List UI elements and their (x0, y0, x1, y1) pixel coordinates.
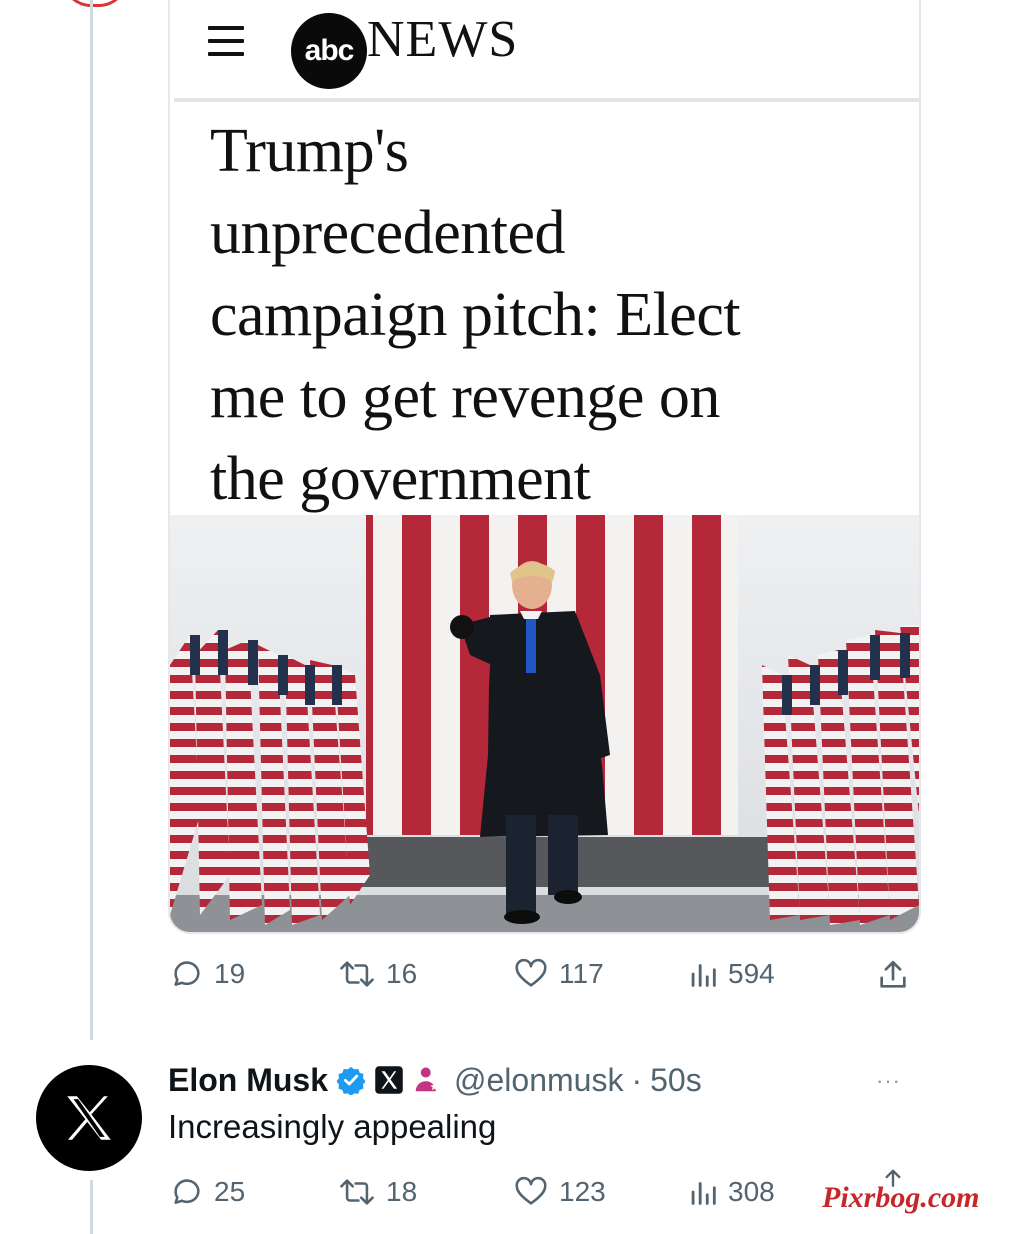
avatar[interactable] (36, 1065, 142, 1171)
handle[interactable]: @elonmusk (454, 1062, 623, 1099)
thread-line-bottom (90, 1180, 93, 1234)
post-time[interactable]: 50s (650, 1062, 702, 1099)
like-count: 117 (559, 958, 604, 989)
headline-line: unprecedented (210, 199, 565, 267)
repost-count: 18 (386, 1176, 418, 1207)
news-screenshot-card[interactable]: abc NEWS Trump's unprecedented campaign … (168, 0, 921, 934)
comment-icon (174, 1179, 200, 1204)
menu-icon (208, 26, 244, 56)
comment-icon (174, 961, 200, 986)
views-count: 594 (728, 958, 775, 989)
headline-line: the government (210, 445, 591, 513)
views-action[interactable]: 308 (688, 1175, 775, 1209)
share-icon (880, 960, 906, 988)
repost-action[interactable]: 18 (338, 1175, 417, 1209)
repost-count: 16 (386, 958, 418, 989)
share-action[interactable] (876, 957, 910, 993)
display-name[interactable]: Elon Musk (168, 1062, 328, 1099)
previous-avatar-edge (62, 0, 128, 7)
verified-icon (336, 1066, 366, 1095)
more-options-icon[interactable]: ··· (876, 1068, 901, 1094)
reply-text: Increasingly appealing (168, 1108, 497, 1145)
repost-action[interactable]: 16 (338, 957, 417, 991)
reply-actions: 25 18 123 308 (168, 1169, 917, 1215)
like-action[interactable]: 123 (513, 1175, 606, 1209)
headline-line: Trump's (210, 117, 409, 185)
headline-line: me to get revenge on (210, 363, 720, 431)
x-logo-icon (67, 1096, 111, 1140)
original-post-actions: 19 16 117 594 (168, 957, 917, 997)
meta-separator: · (631, 1061, 643, 1098)
headline-line: campaign pitch: Elect (210, 281, 741, 349)
article-headline: Trump's unprecedented campaign pitch: El… (210, 110, 900, 520)
affiliate-icon (415, 1067, 439, 1092)
repost-icon (340, 1179, 374, 1205)
like-action[interactable]: 117 (513, 957, 604, 991)
watermark: Pixrbog.com (822, 1181, 980, 1214)
repost-icon (340, 961, 374, 987)
left-flags (170, 630, 370, 925)
views-count: 308 (728, 1176, 775, 1207)
reply-action[interactable]: 19 (170, 957, 245, 991)
views-icon (691, 964, 716, 987)
news-header: abc NEWS (170, 0, 919, 98)
reply-count: 25 (214, 1176, 246, 1207)
reply-count: 19 (214, 958, 246, 989)
affiliate-x-badge (375, 1066, 403, 1094)
like-count: 123 (559, 1176, 606, 1207)
news-wordmark: NEWS (367, 11, 519, 68)
views-action[interactable]: 594 (688, 957, 775, 991)
views-icon (691, 1182, 716, 1205)
article-photo (170, 515, 919, 932)
heart-icon (515, 958, 547, 987)
abc-logo: abc (291, 13, 367, 89)
reply-action[interactable]: 25 (170, 1175, 245, 1209)
heart-icon (515, 1176, 547, 1205)
thread-line (90, 0, 93, 1040)
reply-header: Elon Musk @elonmusk · 50s (168, 1058, 702, 1102)
header-divider (174, 98, 919, 102)
